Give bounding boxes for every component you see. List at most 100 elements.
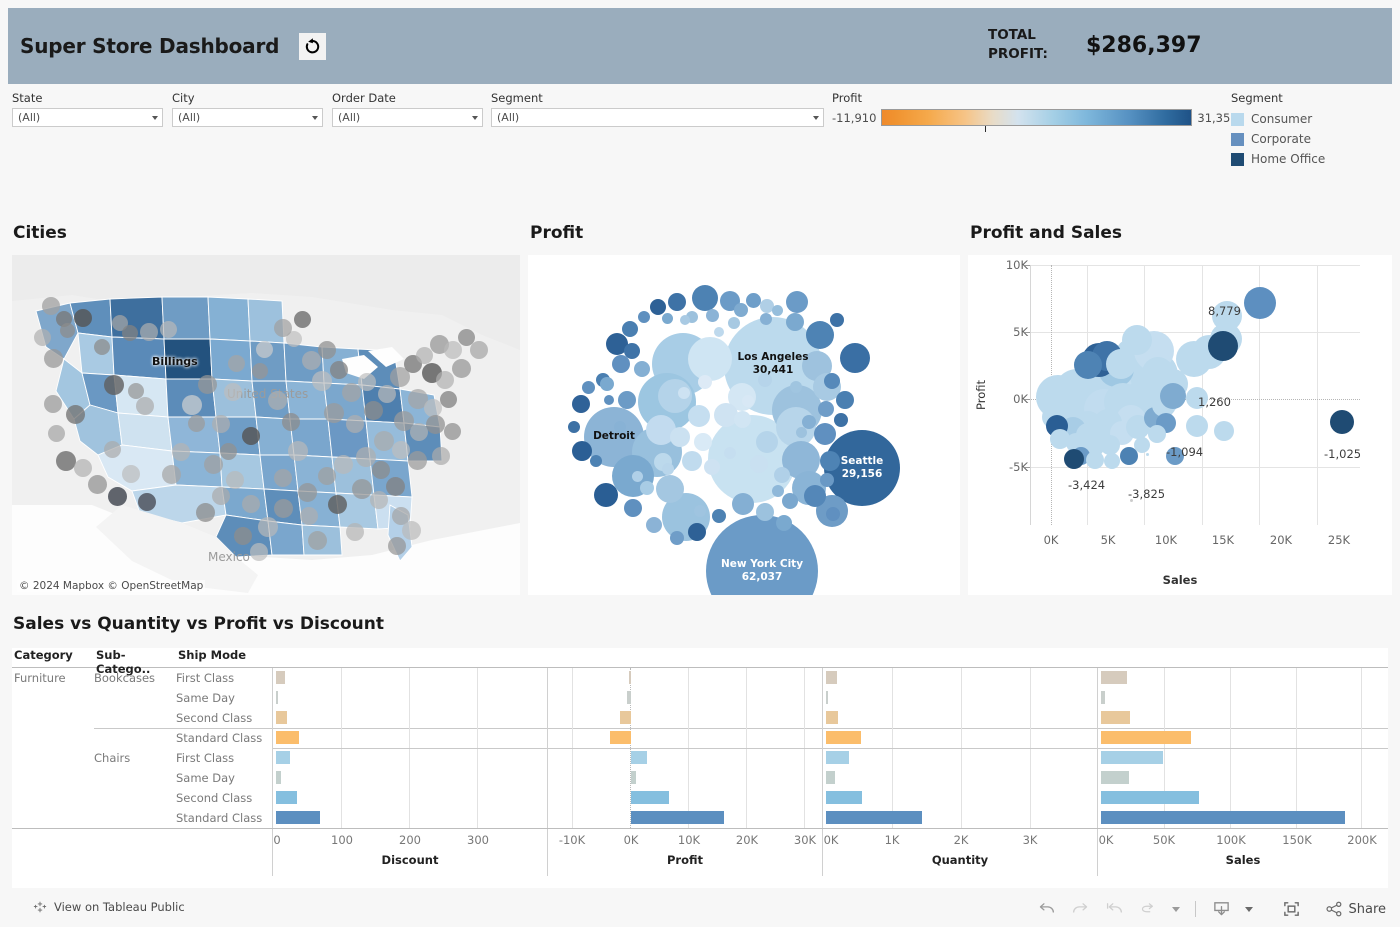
scatter-xtick-10k: 10K bbox=[1154, 533, 1178, 547]
bar-quantity-r7[interactable] bbox=[826, 791, 862, 804]
axis-title-profit: Profit bbox=[666, 853, 704, 867]
bar-discount-r5[interactable] bbox=[276, 751, 290, 764]
cities-map[interactable]: United States Mexico Billings © 2024 Map… bbox=[12, 255, 520, 595]
bar-profit-r4[interactable] bbox=[610, 731, 631, 744]
filter-segment-dropdown[interactable]: (All) bbox=[491, 108, 824, 127]
tableau-logo-icon bbox=[33, 900, 47, 914]
cell-category: Furniture bbox=[14, 671, 66, 685]
table-row[interactable]: Second Class bbox=[12, 708, 272, 728]
filter-city-dropdown[interactable]: (All) bbox=[172, 108, 323, 127]
cell-shipmode: Standard Class bbox=[176, 731, 263, 745]
bar-profit-r1[interactable] bbox=[629, 671, 631, 684]
sales-quantity-profit-discount-table[interactable]: Category Sub-Catego.. Ship Mode Furnitur… bbox=[12, 648, 1388, 888]
bar-profit-r7[interactable] bbox=[631, 791, 669, 804]
bar-quantity-r3[interactable] bbox=[826, 711, 838, 724]
bar-quantity-r6[interactable] bbox=[826, 771, 835, 784]
bar-sales-r1[interactable] bbox=[1101, 671, 1127, 684]
filter-city-label: City bbox=[172, 91, 195, 105]
segment-legend-item-corporate[interactable]: Corporate bbox=[1231, 129, 1325, 149]
profit-gradient-bar[interactable] bbox=[881, 109, 1193, 126]
bar-quantity-r2[interactable] bbox=[826, 691, 828, 704]
table-row[interactable]: Standard Class bbox=[12, 728, 272, 748]
view-on-tableau-public-label: View on Tableau Public bbox=[54, 900, 185, 914]
bar-profit-r3[interactable] bbox=[620, 711, 631, 724]
download-button[interactable] bbox=[1206, 897, 1236, 921]
bar-discount-r3[interactable] bbox=[276, 711, 287, 724]
axis-tick-sales-200k: 200K bbox=[1347, 833, 1377, 847]
revert-all-button[interactable] bbox=[1099, 897, 1129, 921]
filter-state-dropdown[interactable]: (All) bbox=[12, 108, 163, 127]
filter-segment: Segment (All) bbox=[491, 92, 824, 127]
chevron-down-icon bbox=[472, 115, 478, 120]
bar-profit-r8[interactable] bbox=[631, 811, 724, 824]
bar-sales-r6[interactable] bbox=[1101, 771, 1129, 784]
table-row[interactable]: Same Day bbox=[12, 768, 272, 788]
bar-sales-r3[interactable] bbox=[1101, 711, 1130, 724]
total-profit-label: TOTAL PROFIT: bbox=[988, 27, 1048, 62]
axis-tick-discount-300: 300 bbox=[467, 833, 489, 847]
refresh-dropdown-button[interactable] bbox=[1167, 897, 1185, 921]
chevron-down-icon bbox=[813, 115, 819, 120]
scatter-x-axis-title: Sales bbox=[1162, 573, 1198, 587]
table-row[interactable]: Chairs First Class bbox=[12, 748, 272, 768]
redo-button[interactable] bbox=[1065, 897, 1095, 921]
filter-order-date-dropdown[interactable]: (All) bbox=[332, 108, 483, 127]
axis-tick-quantity-2k: 2K bbox=[953, 833, 969, 847]
bar-quantity-r1[interactable] bbox=[826, 671, 837, 684]
segment-legend: Segment Consumer Corporate Home Office bbox=[1231, 92, 1325, 169]
cell-shipmode: Standard Class bbox=[176, 811, 263, 825]
bar-discount-r8[interactable] bbox=[276, 811, 320, 824]
bar-sales-r4[interactable] bbox=[1101, 731, 1191, 744]
footer-toolbar: Share bbox=[1031, 897, 1390, 921]
chevron-down-icon bbox=[152, 115, 158, 120]
bar-column-profit bbox=[547, 668, 822, 828]
cell-shipmode: Second Class bbox=[176, 791, 253, 805]
refresh-button[interactable] bbox=[1133, 897, 1163, 921]
bar-sales-r2[interactable] bbox=[1101, 691, 1105, 704]
share-button[interactable]: Share bbox=[1322, 897, 1390, 921]
bar-sales-r7[interactable] bbox=[1101, 791, 1199, 804]
scatter-annotation-8779: 8,779 bbox=[1208, 304, 1241, 318]
bar-discount-r1[interactable] bbox=[276, 671, 285, 684]
bar-discount-r7[interactable] bbox=[276, 791, 297, 804]
profit-sales-scatter[interactable]: 10K 5K 0K -5K 0K 5K 10K 15K 20K 25K Sale… bbox=[968, 255, 1392, 595]
bar-sales-r8[interactable] bbox=[1101, 811, 1345, 824]
table-row[interactable]: Second Class bbox=[12, 788, 272, 808]
dropdown-caret-icon bbox=[1245, 906, 1254, 912]
bar-profit-r5[interactable] bbox=[631, 751, 647, 764]
bar-discount-r2[interactable] bbox=[276, 691, 278, 704]
segment-legend-item-consumer[interactable]: Consumer bbox=[1231, 109, 1325, 129]
segment-legend-item-home-office[interactable]: Home Office bbox=[1231, 149, 1325, 169]
cell-shipmode: First Class bbox=[176, 671, 235, 685]
bar-profit-r6[interactable] bbox=[631, 771, 636, 784]
profit-gradient-wrap[interactable] bbox=[881, 109, 1193, 132]
undo-button[interactable] bbox=[1031, 897, 1061, 921]
table-row[interactable]: Same Day bbox=[12, 688, 272, 708]
axis-title-discount: Discount bbox=[381, 853, 439, 867]
profit-bubble-chart[interactable]: Los Angeles 30,441 Detroit Seattle 29,156 … bbox=[528, 255, 960, 595]
table-row-labels: Furniture Bookcases First Class Same Day… bbox=[12, 668, 1388, 828]
view-on-tableau-public-link[interactable]: View on Tableau Public bbox=[33, 900, 185, 914]
fullscreen-button[interactable] bbox=[1276, 897, 1306, 921]
table-row[interactable]: Furniture Bookcases First Class bbox=[12, 668, 272, 688]
map-attribution: © 2024 Mapbox © OpenStreetMap bbox=[17, 580, 206, 592]
bubble-new-york-city[interactable] bbox=[706, 515, 818, 595]
axis-tick-discount-100: 100 bbox=[331, 833, 353, 847]
bar-quantity-r8[interactable] bbox=[826, 811, 922, 824]
download-dropdown-button[interactable] bbox=[1240, 897, 1258, 921]
reset-button[interactable] bbox=[299, 32, 327, 60]
scatter-annotation-minus1025: -1,025 bbox=[1324, 447, 1362, 461]
bar-quantity-r5[interactable] bbox=[826, 751, 849, 764]
bar-profit-r2[interactable] bbox=[627, 691, 631, 704]
profit-legend-title: Profit bbox=[832, 91, 862, 105]
scatter-xtick-20k: 20K bbox=[1269, 533, 1293, 547]
table-row[interactable]: Standard Class bbox=[12, 808, 272, 828]
axis-discount: 0 100 200 300 Discount bbox=[272, 829, 547, 876]
bar-discount-r6[interactable] bbox=[276, 771, 281, 784]
bar-sales-r5[interactable] bbox=[1101, 751, 1163, 764]
scatter-ytick-minus5k: -5K bbox=[1008, 460, 1028, 474]
bar-discount-r4[interactable] bbox=[276, 731, 299, 744]
axis-tick-sales-50k: 50K bbox=[1152, 833, 1176, 847]
axis-tick-profit-minus10k: -10K bbox=[558, 833, 586, 847]
bar-quantity-r4[interactable] bbox=[826, 731, 861, 744]
